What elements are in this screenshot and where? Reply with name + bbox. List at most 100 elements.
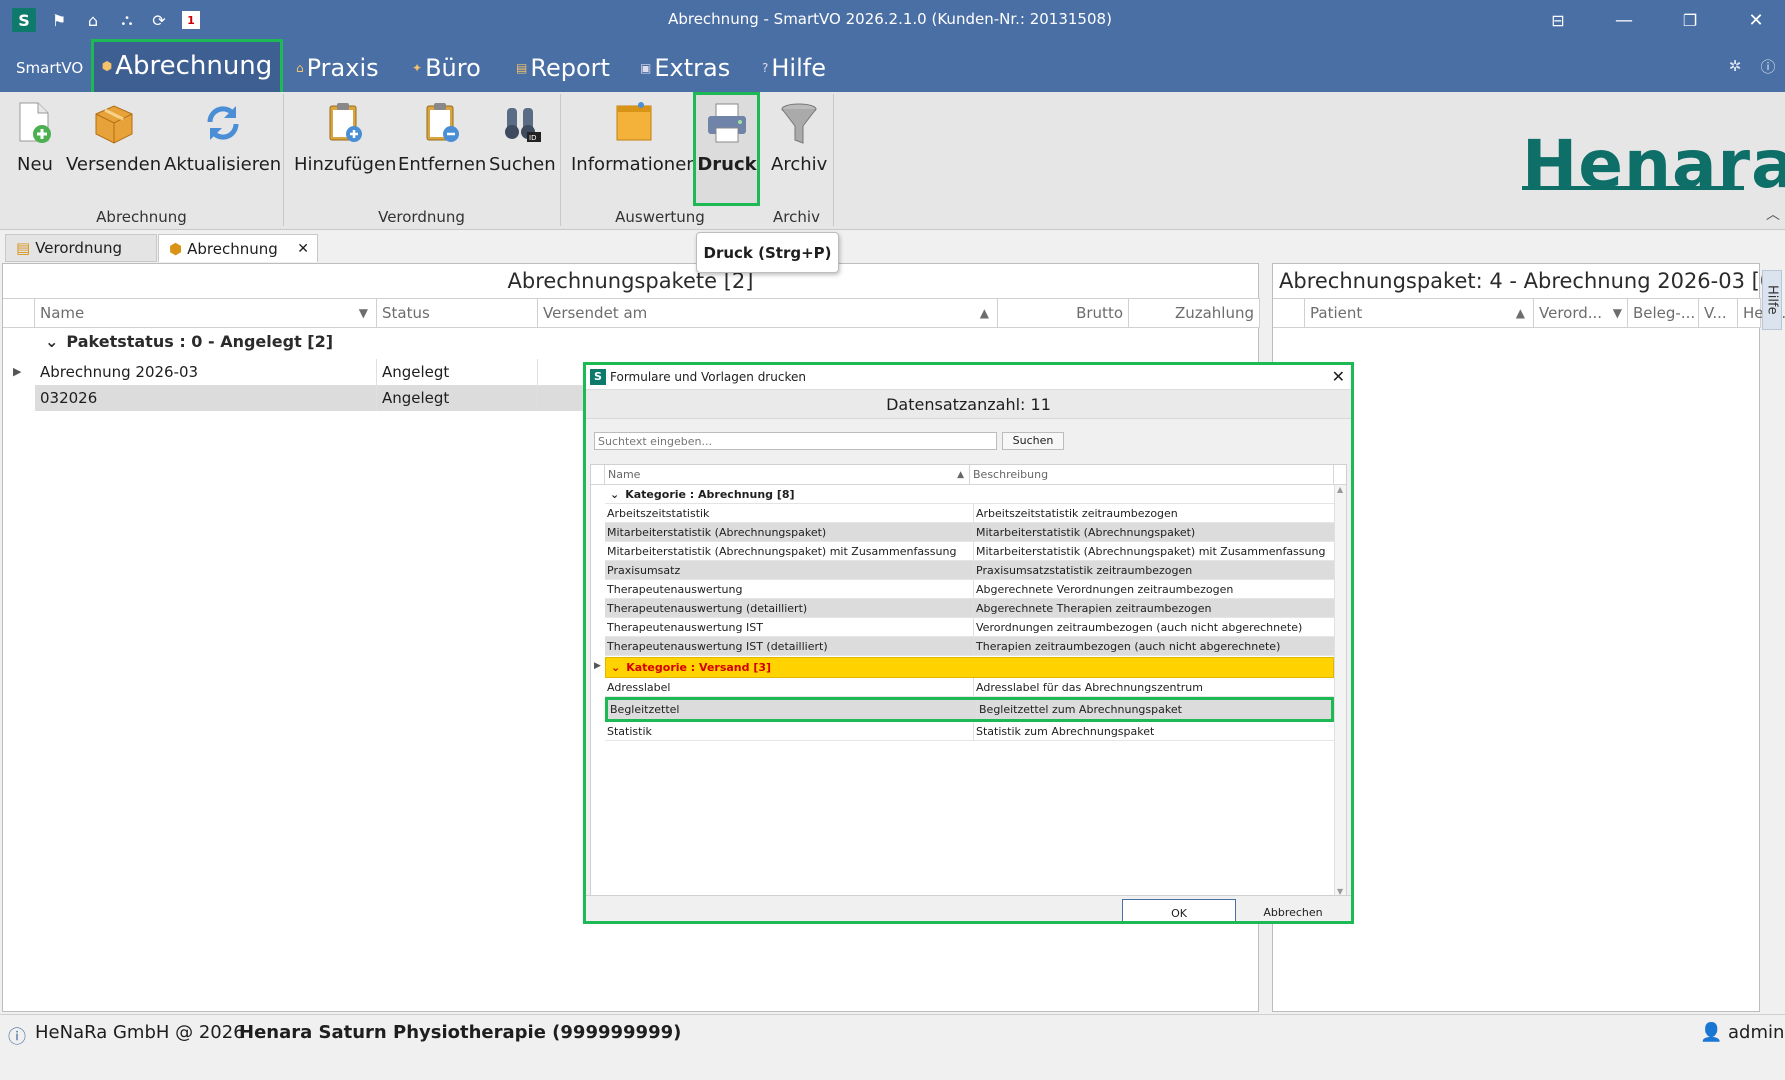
group-label: Paketstatus : 0 - Angelegt [2]	[66, 332, 334, 351]
chevron-down-icon[interactable]: ⌄	[45, 332, 58, 351]
settings-icon[interactable]: ✲	[1725, 56, 1745, 76]
new-document-icon	[12, 100, 58, 146]
group-row-abrechnung[interactable]: ⌄ Kategorie : Abrechnung [8]	[605, 485, 1334, 504]
printer-icon	[704, 100, 750, 146]
list-item[interactable]: Mitarbeiterstatistik (Abrechnungspaket) …	[605, 542, 1334, 561]
column-header-status[interactable]: Status	[377, 298, 538, 328]
archiv-button[interactable]: Archiv	[771, 100, 827, 175]
menu-extras[interactable]: ▣ Extras	[640, 50, 730, 86]
tab-abrechnung-label: Abrechnung	[187, 239, 278, 258]
list-item[interactable]: Adresslabel Adresslabel für das Abrechnun…	[605, 678, 1334, 697]
tab-verordnung[interactable]: ▤ Verordnung	[5, 234, 157, 262]
group-row-versand[interactable]: ⌄ Kategorie : Versand [3]	[605, 657, 1334, 678]
row-expand-icon[interactable]: ▶	[13, 359, 21, 385]
druck-content: Druck	[697, 100, 757, 175]
column-header-name[interactable]: Name ▼	[35, 298, 377, 328]
column-header-patient[interactable]: Patient ▲	[1305, 298, 1534, 328]
suchen-label: Suchen	[489, 154, 556, 175]
network-icon[interactable]: ⛬	[116, 9, 138, 31]
search-button[interactable]: Suchen	[1002, 432, 1064, 450]
username: admin	[1728, 1022, 1785, 1043]
close-tab-icon[interactable]: ✕	[297, 241, 309, 257]
ribbon-separator	[833, 94, 834, 226]
column-name-label: Name	[40, 304, 85, 322]
minimize-button[interactable]: —	[1604, 6, 1644, 34]
ribbon: Neu Versenden Aktualisieren Hinzufügen E…	[0, 92, 1785, 230]
column-header-beleg[interactable]: Beleg-...	[1628, 298, 1699, 328]
informationen-button[interactable]: Informationen	[571, 100, 698, 175]
suchen-button[interactable]: ID Suchen	[489, 100, 556, 175]
home-icon[interactable]: ⌂	[82, 9, 104, 31]
cancel-button[interactable]: Abbrechen	[1236, 899, 1350, 921]
item-description: Mitarbeiterstatistik (Abrechnungspaket)	[973, 523, 1333, 542]
column-header-beschreibung[interactable]: Beschreibung	[970, 465, 1334, 485]
column-header-brutto[interactable]: Brutto	[998, 298, 1129, 328]
hinzufuegen-button[interactable]: Hinzufügen	[294, 100, 396, 175]
henara-logo: Henara	[1522, 126, 1785, 203]
item-description: Mitarbeiterstatistik (Abrechnungspaket) …	[973, 542, 1333, 561]
chevron-up-icon[interactable]: ︿	[1766, 204, 1780, 224]
menu-abrechnung-label: Abrechnung	[115, 51, 273, 81]
list-item[interactable]: Praxisumsatz Praxisumsatzstatistik zeitra…	[605, 561, 1334, 580]
list-item[interactable]: Mitarbeiterstatistik (Abrechnungspaket) M…	[605, 523, 1334, 542]
restore-button[interactable]: ❐	[1670, 6, 1710, 34]
list-item[interactable]: Therapeutenauswertung (detailliert) Abger…	[605, 599, 1334, 618]
buero-icon: ✦	[412, 61, 423, 75]
entfernen-button[interactable]: Entfernen	[398, 100, 486, 175]
notepad-icon	[611, 100, 657, 146]
druck-button[interactable]: Druck	[693, 92, 760, 206]
ok-button[interactable]: OK	[1122, 899, 1236, 921]
column-header-versendet[interactable]: Versendet am ▲	[538, 298, 998, 328]
list-item[interactable]: Therapeutenauswertung Abgerechnete Verord…	[605, 580, 1334, 599]
menu-buero[interactable]: ✦ Büro	[412, 50, 481, 86]
item-name: Mitarbeiterstatistik (Abrechnungspaket)	[607, 526, 827, 539]
versenden-button[interactable]: Versenden	[66, 100, 161, 175]
column-header-verordnung[interactable]: Verord... ▼	[1534, 298, 1628, 328]
verordnung-tab-icon: ▤	[16, 239, 31, 257]
clipboard-remove-icon	[419, 100, 465, 146]
close-window-button[interactable]: ✕	[1736, 6, 1776, 34]
tab-abrechnung[interactable]: ⬢ Abrechnung ✕	[158, 234, 318, 262]
menu-praxis[interactable]: ⌂ Praxis	[296, 50, 379, 86]
scrollbar[interactable]: ▲ ▼	[1334, 485, 1346, 896]
side-tab-hilfe[interactable]: Hilfe	[1762, 270, 1782, 330]
sort-asc-icon: ▲	[957, 470, 964, 480]
chevron-down-icon[interactable]: ⌄	[610, 488, 619, 501]
list-item[interactable]: Therapeutenauswertung IST (detailliert) T…	[605, 637, 1334, 656]
filter-icon[interactable]: ▼	[359, 299, 368, 327]
calendar-icon[interactable]: 1	[182, 11, 200, 29]
sync-icon[interactable]: ⟳	[148, 9, 170, 31]
cell-name: 032026	[35, 385, 377, 411]
item-description: Praxisumsatzstatistik zeitraumbezogen	[973, 561, 1333, 580]
list-item[interactable]: Therapeutenauswertung IST Verordnungen ze…	[605, 618, 1334, 637]
column-header-name[interactable]: Name ▲	[605, 465, 970, 485]
neu-button[interactable]: Neu	[12, 100, 58, 175]
group-row-paketstatus[interactable]: ⌄ Paketstatus : 0 - Angelegt [2]	[31, 332, 333, 351]
group-label-archiv: Archiv	[773, 208, 820, 226]
column-name-label: Name	[608, 468, 641, 481]
sort-asc-icon: ▲	[1515, 306, 1525, 320]
column-header-v[interactable]: V...	[1699, 298, 1738, 328]
search-input[interactable]	[594, 432, 997, 450]
item-name: Adresslabel	[607, 681, 671, 694]
column-header-zuzahlung[interactable]: Zuzahlung	[1129, 298, 1260, 328]
menu-hilfe[interactable]: ? Hilfe	[762, 50, 826, 86]
list-item-selected[interactable]: Begleitzettel Begleitzettel zum Abrechnun…	[605, 697, 1334, 722]
close-icon[interactable]: ✕	[1332, 365, 1345, 389]
scroll-up-icon[interactable]: ▲	[1337, 485, 1343, 494]
layout-icon[interactable]: ⊟	[1538, 6, 1578, 34]
chevron-down-icon[interactable]: ⌄	[611, 661, 620, 674]
menu-praxis-label: Praxis	[306, 54, 379, 82]
menu-abrechnung[interactable]: ⬢ Abrechnung	[91, 39, 283, 95]
filter-icon[interactable]: ▼	[1613, 299, 1622, 327]
column-header-heil[interactable]: Heil...	[1738, 298, 1785, 328]
menu-smartvo[interactable]: SmartVO	[16, 54, 83, 82]
info-icon[interactable]: ⓘ	[1758, 56, 1778, 76]
list-item[interactable]: Arbeitszeitstatistik Arbeitszeitstatistik…	[605, 504, 1334, 523]
aktualisieren-button[interactable]: Aktualisieren	[164, 100, 281, 175]
menu-report[interactable]: ▤ Report	[516, 50, 610, 86]
flag-icon[interactable]: ⚑	[48, 9, 70, 31]
ribbon-separator	[560, 94, 561, 226]
list-item[interactable]: Statistik Statistik zum Abrechnungspaket	[605, 722, 1334, 741]
group-label: Kategorie : Abrechnung [8]	[625, 488, 795, 501]
